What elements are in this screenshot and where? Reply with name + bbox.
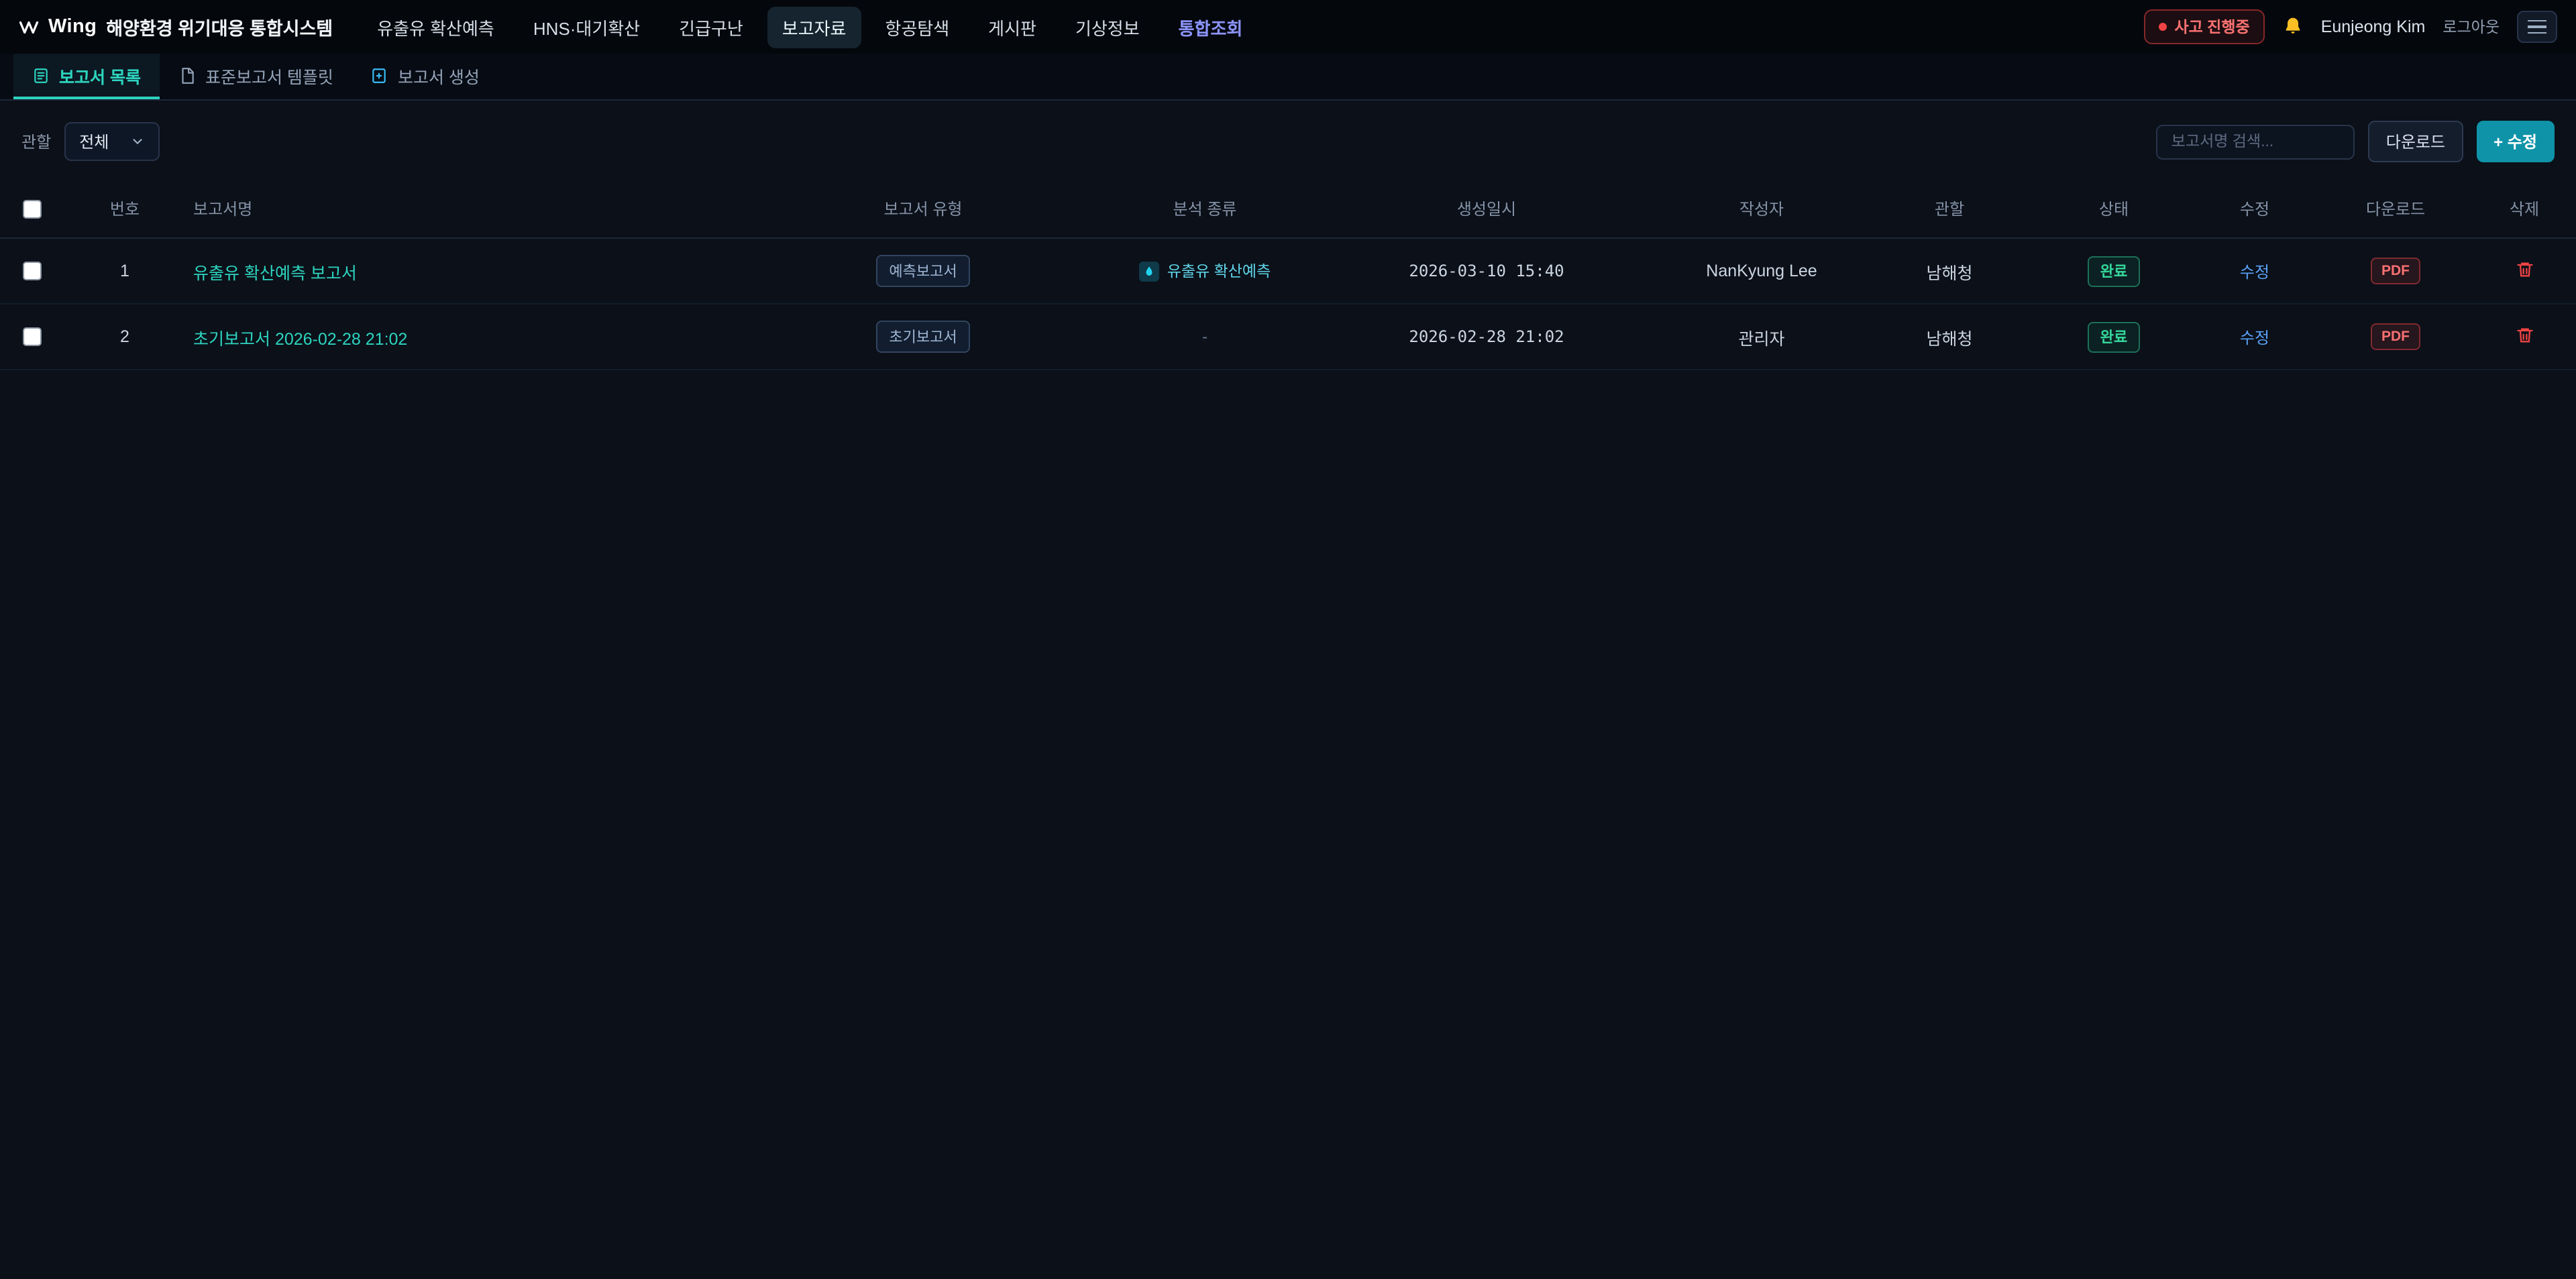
column-header-jurisdiction: 관할	[1862, 180, 2037, 238]
report-type-badge: 초기보고서	[875, 321, 970, 353]
jurisdiction: 남해청	[1862, 304, 2037, 370]
tab-label: 보고서 목록	[59, 62, 141, 88]
add-edit-button[interactable]: + 수정	[2476, 121, 2555, 162]
column-header-download: 다운로드	[2318, 180, 2473, 238]
nav-item-integrated-search[interactable]: 통합조회	[1164, 6, 1258, 48]
nav-item-reports[interactable]: 보고자료	[767, 6, 861, 48]
jurisdiction-select[interactable]: 전체	[64, 122, 160, 161]
row-number: 1	[64, 238, 185, 304]
notification-bell-icon[interactable]	[2282, 16, 2304, 38]
status-badge: 완료	[2088, 256, 2140, 286]
incident-dot-icon	[2158, 23, 2166, 31]
user-name: Eunjeong Kim	[2321, 17, 2426, 36]
status-badge: 완료	[2088, 321, 2140, 352]
column-header-type: 보고서 유형	[749, 180, 1097, 238]
nav-item-emergency-rescue[interactable]: 긴급구난	[664, 6, 758, 48]
row-checkbox[interactable]	[23, 262, 42, 281]
oil-droplet-icon	[1139, 261, 1159, 281]
tab-standard-template[interactable]: 표준보고서 템플릿	[160, 54, 352, 99]
chevron-down-icon	[130, 134, 145, 149]
edit-link[interactable]: 수정	[2240, 262, 2269, 281]
jurisdiction-select-value: 전체	[79, 130, 109, 153]
table-header-row: 번호 보고서명 보고서 유형 분석 종류 생성일시 작성자 관할 상태 수정 다…	[0, 180, 2576, 238]
top-bar: Wing 해양환경 위기대응 통합시스템 유출유 확산예측 HNS·대기확산 긴…	[0, 0, 2576, 54]
tab-label: 보고서 생성	[398, 62, 480, 88]
logo-icon	[19, 17, 39, 37]
incident-status-badge[interactable]: 사고 진행중	[2143, 9, 2264, 44]
nav-item-board[interactable]: 게시판	[973, 6, 1051, 48]
author: 관리자	[1661, 304, 1862, 370]
file-plus-icon	[371, 66, 388, 84]
edit-link[interactable]: 수정	[2240, 328, 2269, 347]
brand[interactable]: Wing 해양환경 위기대응 통합시스템	[19, 13, 333, 40]
nav-item-oil-spill-prediction[interactable]: 유출유 확산예측	[362, 6, 509, 48]
report-table: 번호 보고서명 보고서 유형 분석 종류 생성일시 작성자 관할 상태 수정 다…	[0, 180, 2576, 370]
download-button[interactable]: 다운로드	[2369, 121, 2463, 162]
tab-report-list[interactable]: 보고서 목록	[13, 54, 160, 99]
delete-button[interactable]	[2512, 257, 2536, 285]
nav-item-hns-air-diffusion[interactable]: HNS·대기확산	[519, 6, 655, 48]
report-name-link[interactable]: 유출유 확산예측 보고서	[193, 264, 357, 282]
column-header-created: 생성일시	[1312, 180, 1661, 238]
row-number: 2	[64, 304, 185, 370]
column-header-no: 번호	[64, 180, 185, 238]
created-at: 2026-03-10 15:40	[1312, 238, 1661, 304]
column-header-author: 작성자	[1661, 180, 1862, 238]
analysis-type: 유출유 확산예측	[1139, 260, 1271, 282]
app-root: Wing 해양환경 위기대응 통합시스템 유출유 확산예측 HNS·대기확산 긴…	[0, 0, 2576, 1279]
pdf-download-button[interactable]: PDF	[2371, 323, 2420, 350]
tab-report-create[interactable]: 보고서 생성	[352, 54, 498, 99]
row-checkbox[interactable]	[23, 328, 42, 347]
tab-label: 표준보고서 템플릿	[205, 62, 333, 88]
analysis-type-empty: -	[1202, 327, 1208, 346]
column-header-status: 상태	[2037, 180, 2191, 238]
logout-button[interactable]: 로그아웃	[2443, 16, 2500, 38]
incident-badge-label: 사고 진행중	[2174, 16, 2249, 38]
nav-item-weather-info[interactable]: 기상정보	[1061, 6, 1155, 48]
select-all-checkbox[interactable]	[23, 200, 42, 219]
app-title: 해양환경 위기대응 통합시스템	[106, 13, 333, 40]
report-search-input[interactable]	[2157, 124, 2355, 159]
jurisdiction: 남해청	[1862, 238, 2037, 304]
pdf-download-button[interactable]: PDF	[2371, 258, 2420, 284]
analysis-type-label: 유출유 확산예측	[1167, 260, 1271, 282]
topbar-right: 사고 진행중 Eunjeong Kim 로그아웃	[2143, 9, 2557, 44]
author: NanKyung Lee	[1661, 238, 1862, 304]
delete-button[interactable]	[2512, 323, 2536, 351]
logo-text: Wing	[48, 16, 97, 38]
table-row: 1 유출유 확산예측 보고서 예측보고서 유출유 확산예측 2026-03-10…	[0, 238, 2576, 304]
report-list-icon	[32, 66, 50, 84]
column-header-edit: 수정	[2191, 180, 2318, 238]
nav-item-aerial-search[interactable]: 항공탐색	[870, 6, 964, 48]
main-nav: 유출유 확산예측 HNS·대기확산 긴급구난 보고자료 항공탐색 게시판 기상정…	[362, 6, 1257, 48]
hamburger-menu-button[interactable]	[2517, 11, 2557, 43]
trash-icon	[2515, 325, 2534, 344]
report-name-link[interactable]: 초기보고서 2026-02-28 21:02	[193, 329, 407, 348]
toolbar: 관할 전체 다운로드 + 수정	[0, 101, 2576, 174]
template-file-icon	[178, 66, 196, 84]
tab-bar: 보고서 목록 표준보고서 템플릿 보고서 생성	[0, 54, 2576, 101]
column-header-delete: 삭제	[2473, 180, 2576, 238]
header-select-all	[0, 180, 64, 238]
created-at: 2026-02-28 21:02	[1312, 304, 1661, 370]
trash-icon	[2515, 260, 2534, 278]
report-type-badge: 예측보고서	[875, 255, 970, 287]
column-header-analysis: 분석 종류	[1097, 180, 1312, 238]
table-row: 2 초기보고서 2026-02-28 21:02 초기보고서 - 2026-02…	[0, 304, 2576, 370]
jurisdiction-filter-label: 관할	[21, 130, 51, 153]
column-header-name: 보고서명	[185, 180, 749, 238]
